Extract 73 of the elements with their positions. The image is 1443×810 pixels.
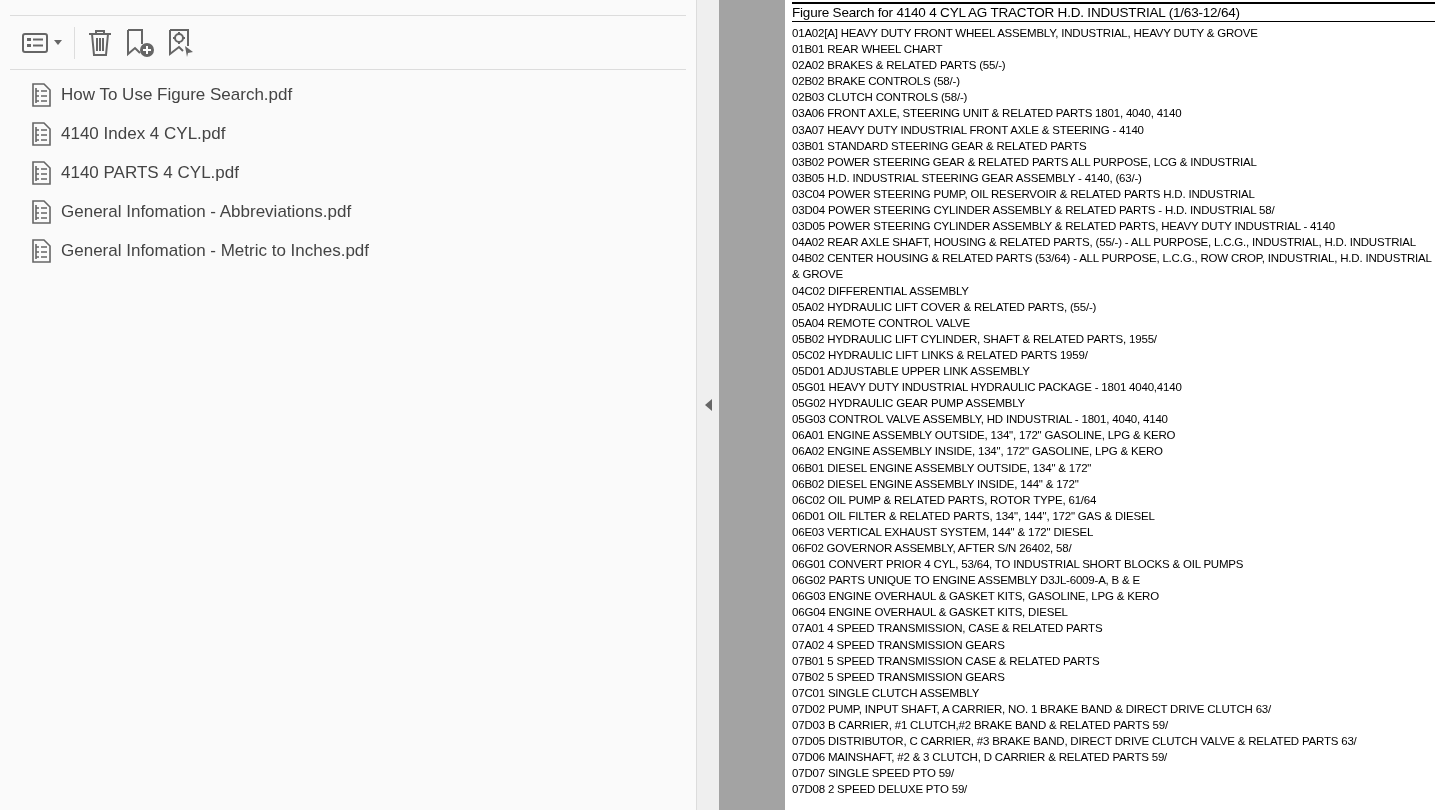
document-icon bbox=[32, 122, 51, 146]
figure-entry: 06G01 CONVERT PRIOR 4 CYL, 53/64, TO INDUSTRIAL SHORT BLOCKS & OIL PUMPS bbox=[792, 557, 1245, 573]
figure-entry: 02B02 BRAKE CONTROLS (58/-) bbox=[792, 74, 961, 90]
figure-entry: 06A01 ENGINE ASSEMBLY OUTSIDE, 134", 172" GASOLINE, LPG & KERO bbox=[792, 428, 1177, 444]
figure-entry: 05A02 HYDRAULIC LIFT COVER & RELATED PARTS, (55/-) bbox=[792, 299, 1098, 315]
figure-entry: 07D05 DISTRIBUTOR, C CARRIER, #3 BRAKE BAND, DIRECT DRIVE CLUTCH VALVE & RELATED PARTS 63/ bbox=[792, 734, 1358, 750]
figure-entry: 06G04 ENGINE OVERHAUL & GASKET KITS, DIESEL bbox=[792, 605, 1069, 621]
figure-entry: 06E03 VERTICAL EXHAUST SYSTEM, 144" & 172" DIESEL bbox=[792, 524, 1095, 540]
file-name: General Infomation - Metric to Inches.pdf bbox=[61, 240, 370, 263]
document-icon bbox=[32, 83, 51, 107]
file-name: 4140 Index 4 CYL.pdf bbox=[61, 123, 226, 146]
figure-entry: 03A06 FRONT AXLE, STEERING UNIT & RELATED PARTS 1801, 4040, 4140 bbox=[792, 106, 1183, 122]
document-icon bbox=[32, 200, 51, 224]
figure-entry: 07D07 SINGLE SPEED PTO 59/ bbox=[792, 766, 956, 782]
figure-entry: 01A02[A] HEAVY DUTY FRONT WHEEL ASSEMBLY, INDUSTRIAL, HEAVY DUTY & GROVE bbox=[792, 26, 1259, 41]
figure-entry: 03D04 POWER STEERING CYLINDER ASSEMBLY & RELATED PARTS - H.D. INDUSTRIAL 58/ bbox=[792, 203, 1276, 219]
figure-entry: 05C02 HYDRAULIC LIFT LINKS & RELATED PARTS 1959/ bbox=[792, 347, 1089, 363]
figure-entry: 02B03 CLUTCH CONTROLS (58/-) bbox=[792, 90, 969, 106]
figure-entry: 04A02 REAR AXLE SHAFT, HOUSING & RELATED PARTS, (55/-) - ALL PURPOSE, L.C.G., INDUSTRIAL, H.D. INDUSTRIAL bbox=[792, 235, 1418, 251]
document-icon bbox=[32, 161, 51, 185]
figure-entry: 06D01 OIL FILTER & RELATED PARTS, 134", 144", 172" GAS & DIESEL bbox=[792, 508, 1156, 524]
attachment-item[interactable]: 4140 PARTS 4 CYL.pdf bbox=[32, 160, 696, 186]
figure-entry: 03C04 POWER STEERING PUMP, OIL RESERVOIR & RELATED PARTS H.D. INDUSTRIAL bbox=[792, 186, 1256, 202]
figure-entry: 01B01 REAR WHEEL CHART bbox=[792, 42, 944, 58]
caret-icon bbox=[54, 40, 62, 45]
figure-entry: 07D02 PUMP, INPUT SHAFT, A CARRIER, NO. 1 BRAKE BAND & DIRECT DRIVE CLUTCH 63/ bbox=[792, 701, 1273, 717]
figure-entry: 06A02 ENGINE ASSEMBLY INSIDE, 134", 172" GASOLINE, LPG & KERO bbox=[792, 444, 1164, 460]
figure-entry: 03D05 POWER STEERING CYLINDER ASSEMBLY & RELATED PARTS, HEAVY DUTY INDUSTRIAL - 4140 bbox=[792, 219, 1336, 235]
figure-entry: 07D03 B CARRIER, #1 CLUTCH,#2 BRAKE BAND & RELATED PARTS 59/ bbox=[792, 718, 1169, 734]
figure-entry: 05G02 HYDRAULIC GEAR PUMP ASSEMBLY bbox=[792, 396, 1027, 412]
bookmark-add-icon bbox=[125, 27, 155, 58]
trash-icon bbox=[87, 28, 113, 57]
figure-entry: 06F02 GOVERNOR ASSEMBLY, AFTER S/N 26402, 58/ bbox=[792, 541, 1073, 556]
attachment-item[interactable]: General Infomation - Metric to Inches.pdf bbox=[32, 238, 696, 264]
figure-entry: 06B02 DIESEL ENGINE ASSEMBLY INSIDE, 144" & 172" bbox=[792, 476, 1080, 492]
delete-button[interactable] bbox=[87, 28, 113, 57]
figure-entry: 05A04 REMOTE CONTROL VALVE bbox=[792, 315, 971, 331]
figure-entry: 02A02 BRAKES & RELATED PARTS (55/-) bbox=[792, 58, 1007, 74]
figure-entry: 03A07 HEAVY DUTY INDUSTRIAL FRONT AXLE & STEERING - 4140 bbox=[792, 122, 1145, 138]
figure-entry: 07A01 4 SPEED TRANSMISSION, CASE & RELATED PARTS bbox=[792, 621, 1104, 637]
file-name: 4140 PARTS 4 CYL.pdf bbox=[61, 162, 239, 185]
figure-entry: 06C02 OIL PUMP & RELATED PARTS, ROTOR TYPE, 61/64 bbox=[792, 492, 1098, 508]
collapse-arrow-icon bbox=[704, 399, 712, 411]
figure-entry: 06G02 PARTS UNIQUE TO ENGINE ASSEMBLY D3JL-6009-A, B & E bbox=[792, 573, 1141, 589]
figure-entry: 07B02 5 SPEED TRANSMISSION GEARS bbox=[792, 669, 1006, 685]
add-bookmark-button[interactable] bbox=[125, 27, 155, 58]
figure-entry: 05D01 ADJUSTABLE UPPER LINK ASSEMBLY bbox=[792, 363, 1031, 379]
figure-entry: 07D08 2 SPEED DELUXE PTO 59/ bbox=[792, 782, 969, 798]
figure-entry: 06B01 DIESEL ENGINE ASSEMBLY OUTSIDE, 134" & 172" bbox=[792, 460, 1093, 476]
figure-entry: 07A02 4 SPEED TRANSMISSION GEARS bbox=[792, 637, 1006, 653]
attachment-item[interactable]: General Infomation - Abbreviations.pdf bbox=[32, 199, 696, 225]
figure-entry: 03B01 STANDARD STEERING GEAR & RELATED PARTS bbox=[792, 138, 1088, 154]
figure-entry: 04B02 CENTER HOUSING & RELATED PARTS (53/64) - ALL PURPOSE, L.C.G., ROW CROP, INDUSTRIAL, H.D. INDUSTRIAL & GROVE bbox=[792, 251, 1433, 283]
bookmark-search-icon bbox=[167, 27, 195, 58]
figure-entry: 06G03 ENGINE OVERHAUL & GASKET KITS, GASOLINE, LPG & KERO bbox=[792, 589, 1160, 605]
figure-entry: 03B05 H.D. INDUSTRIAL STEERING GEAR ASSEMBLY - 4140, (63/-) bbox=[792, 170, 1143, 186]
attachment-item[interactable]: How To Use Figure Search.pdf bbox=[32, 82, 696, 108]
document-icon bbox=[32, 239, 51, 263]
figure-entry: 07B01 5 SPEED TRANSMISSION CASE & RELATED PARTS bbox=[792, 653, 1101, 669]
figure-entry: 07C01 SINGLE CLUTCH ASSEMBLY bbox=[792, 685, 981, 701]
figure-entry: 03B02 POWER STEERING GEAR & RELATED PARTS ALL PURPOSE, LCG & INDUSTRIAL bbox=[792, 154, 1258, 170]
attachment-item[interactable]: 4140 Index 4 CYL.pdf bbox=[32, 121, 696, 147]
figure-entry: 05G03 CONTROL VALVE ASSEMBLY, HD INDUSTRIAL - 1801, 4040, 4140 bbox=[792, 412, 1169, 428]
document-title: Figure Search for 4140 4 CYL AG TRACTOR H.D. INDUSTRIAL (1/63-12/64) bbox=[792, 4, 1435, 22]
figure-entry: 07D06 MAINSHAFT, #2 & 3 CLUTCH, D CARRIER & RELATED PARTS 59/ bbox=[792, 750, 1169, 766]
list-view-icon bbox=[22, 32, 48, 53]
file-name: General Infomation - Abbreviations.pdf bbox=[61, 201, 352, 224]
search-bookmark-button[interactable] bbox=[167, 27, 195, 58]
figure-entry: 05G01 HEAVY DUTY INDUSTRIAL HYDRAULIC PACKAGE - 1801 4040,4140 bbox=[792, 380, 1183, 396]
figure-entry: 05B02 HYDRAULIC LIFT CYLINDER, SHAFT & RELATED PARTS, 1955/ bbox=[792, 331, 1158, 347]
file-name: How To Use Figure Search.pdf bbox=[61, 84, 293, 107]
options-menu-button[interactable] bbox=[22, 32, 62, 53]
figure-entry: 04C02 DIFFERENTIAL ASSEMBLY bbox=[792, 283, 970, 299]
